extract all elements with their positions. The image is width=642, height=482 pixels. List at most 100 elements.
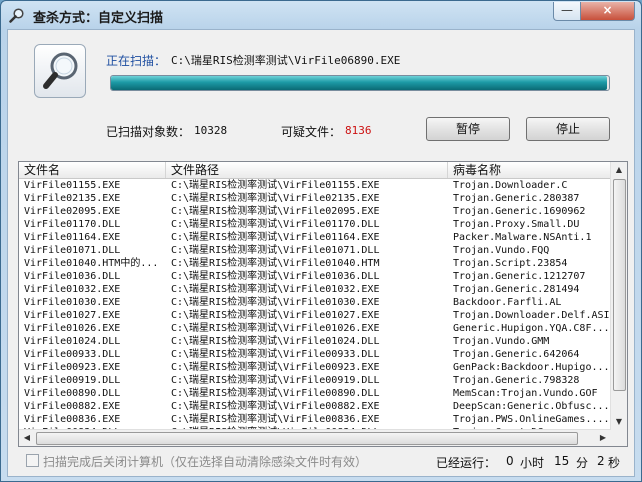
table-row[interactable]: VirFile02135.EXE C:\瑞星RIS检测率测试\VirFile021… (19, 192, 611, 205)
scanning-label: 正在扫描： (106, 54, 167, 68)
virus-name-cell: Trojan.Generic.798328 (453, 375, 580, 386)
client-area: 正在扫描： C:\瑞星RIS检测率测试\VirFile06890.EXE 已扫描… (7, 29, 635, 477)
table-row[interactable]: VirFile00882.EXE C:\瑞星RIS检测率测试\VirFile008… (19, 400, 611, 413)
virus-name-cell: Packer.Malware.NSAnti.1 (453, 232, 592, 243)
table-row[interactable]: VirFile01026.EXE C:\瑞星RIS检测率测试\VirFile010… (19, 322, 611, 335)
file-path-cell: C:\瑞星RIS检测率测试\VirFile01024.DLL (171, 336, 380, 347)
file-path-cell: C:\瑞星RIS检测率测试\VirFile01032.EXE (171, 284, 380, 295)
table-row[interactable]: VirFile01030.EXE C:\瑞星RIS检测率测试\VirFile010… (19, 296, 611, 309)
table-row[interactable]: VirFile00919.DLL C:\瑞星RIS检测率测试\VirFile009… (19, 374, 611, 387)
threat-list-header: 文件名 文件路径 病毒名称 (19, 162, 611, 179)
virus-name-cell: GenPack:Backdoor.Hupigo... (453, 362, 609, 373)
virus-name-cell: Trojan.Generic.642064 (453, 349, 580, 360)
table-row[interactable]: VirFile01155.EXE C:\瑞星RIS检测率测试\VirFile011… (19, 179, 611, 192)
virus-name-cell: Trojan.Generic.280387 (453, 193, 580, 204)
file-path-cell: C:\瑞星RIS检测率测试\VirFile02135.EXE (171, 193, 380, 204)
table-row[interactable]: VirFile01036.DLL C:\瑞星RIS检测率测试\VirFile010… (19, 270, 611, 283)
scroll-left-icon[interactable]: ◀ (19, 430, 35, 446)
file-path-cell: C:\瑞星RIS检测率测试\VirFile00923.EXE (171, 362, 380, 373)
virus-name-cell: DeepScan:Generic.Obfusc... (453, 401, 609, 412)
file-name-cell: VirFile02095.EXE (24, 206, 121, 217)
file-path-cell: C:\瑞星RIS检测率测试\VirFile01170.DLL (171, 219, 380, 230)
file-path-cell: C:\瑞星RIS检测率测试\VirFile01036.DLL (171, 271, 380, 282)
threat-list[interactable]: 文件名 文件路径 病毒名称 VirFile01155.EXE C:\瑞星RIS检测… (18, 161, 628, 447)
runtime-minutes-unit: 分 (576, 456, 589, 470)
runtime-minutes: 15 (554, 454, 570, 468)
scan-progress-fill (111, 76, 607, 90)
table-row[interactable]: VirFile01040.HTM中的... C:\瑞星RIS检测率测试\VirFi… (19, 257, 611, 270)
table-row[interactable]: VirFile01024.DLL C:\瑞星RIS检测率测试\VirFile010… (19, 335, 611, 348)
virus-name-cell: Trojan.Script.23854 (453, 258, 568, 269)
scroll-up-icon[interactable]: ▲ (611, 162, 627, 178)
horizontal-scroll-thumb[interactable] (36, 432, 578, 445)
vertical-scroll-thumb[interactable] (613, 179, 626, 391)
scanned-count-value: 10328 (194, 124, 228, 137)
file-path-cell: C:\瑞星RIS检测率测试\VirFile01155.EXE (171, 180, 380, 191)
column-file-name[interactable]: 文件名 (19, 162, 166, 178)
file-path-cell: C:\瑞星RIS检测率测试\VirFile01030.EXE (171, 297, 380, 308)
scanning-path: C:\瑞星RIS检测率测试\VirFile06890.EXE (171, 54, 401, 67)
file-path-cell: C:\瑞星RIS检测率测试\VirFile01027.EXE (171, 310, 380, 321)
table-row[interactable]: VirFile00890.DLL C:\瑞星RIS检测率测试\VirFile008… (19, 387, 611, 400)
window-title: 查杀方式：自定义扫描 (33, 11, 164, 26)
virus-name-cell: Trojan.Vundo.FQQ (453, 245, 550, 256)
file-name-cell: VirFile00836.EXE (24, 414, 121, 425)
table-row[interactable]: VirFile00933.DLL C:\瑞星RIS检测率测试\VirFile009… (19, 348, 611, 361)
magnifier-icon (9, 8, 24, 23)
file-name-cell: VirFile01040.HTM中的... (24, 258, 159, 269)
column-file-path[interactable]: 文件路径 (166, 162, 448, 178)
scroll-right-icon[interactable]: ▶ (595, 430, 611, 446)
runtime-label: 已经运行： (436, 456, 497, 470)
file-path-cell: C:\瑞星RIS检测率测试\VirFile01040.HTM (171, 258, 380, 269)
table-row[interactable]: VirFile02095.EXE C:\瑞星RIS检测率测试\VirFile020… (19, 205, 611, 218)
virus-name-cell: Trojan.Generic.1212707 (453, 271, 586, 282)
virus-name-cell: Generic.Hupigon.YQA.C8F... (453, 323, 609, 334)
scan-window: 查杀方式：自定义扫描 — × 正在扫描： C:\瑞星RIS检测率测试\VirFi… (0, 0, 642, 482)
file-name-cell: VirFile00933.DLL (24, 349, 121, 360)
runtime-hours: 0 (506, 454, 514, 468)
file-name-cell: VirFile01026.EXE (24, 323, 121, 334)
scrollbar-corner (611, 430, 627, 446)
stop-button[interactable]: 停止 (526, 117, 610, 141)
pause-button[interactable]: 暂停 (426, 117, 510, 141)
file-name-cell: VirFile00890.DLL (24, 388, 121, 399)
file-path-cell: C:\瑞星RIS检测率测试\VirFile02095.EXE (171, 206, 380, 217)
file-name-cell: VirFile01032.EXE (24, 284, 121, 295)
horizontal-scrollbar[interactable]: ◀ ▶ (19, 429, 611, 446)
file-name-cell: VirFile00923.EXE (24, 362, 121, 373)
suspicious-count-value: 8136 (345, 124, 372, 137)
threat-list-rows: VirFile01155.EXE C:\瑞星RIS检测率测试\VirFile011… (19, 179, 611, 431)
runtime-seconds: 2 (597, 454, 605, 468)
file-name-cell: VirFile01164.EXE (24, 232, 121, 243)
table-row[interactable]: VirFile00923.EXE C:\瑞星RIS检测率测试\VirFile009… (19, 361, 611, 374)
scroll-down-icon[interactable]: ▼ (611, 414, 627, 430)
suspicious-count-label: 可疑文件： (281, 125, 342, 139)
table-row[interactable]: VirFile01071.DLL C:\瑞星RIS检测率测试\VirFile010… (19, 244, 611, 257)
virus-name-cell: Trojan.PWS.OnlineGames.... (453, 414, 609, 425)
virus-name-cell: Trojan.Generic.281494 (453, 284, 580, 295)
table-row[interactable]: VirFile01032.EXE C:\瑞星RIS检测率测试\VirFile010… (19, 283, 611, 296)
file-name-cell: VirFile00882.EXE (24, 401, 121, 412)
vertical-scrollbar[interactable]: ▲ ▼ (610, 162, 627, 430)
file-name-cell: VirFile01071.DLL (24, 245, 121, 256)
file-path-cell: C:\瑞星RIS检测率测试\VirFile00919.DLL (171, 375, 380, 386)
close-button[interactable]: × (580, 2, 635, 21)
virus-name-cell: Trojan.Generic.1690962 (453, 206, 586, 217)
minimize-button[interactable]: — (553, 2, 581, 21)
file-name-cell: VirFile01170.DLL (24, 219, 121, 230)
file-path-cell: C:\瑞星RIS检测率测试\VirFile01164.EXE (171, 232, 380, 243)
file-path-cell: C:\瑞星RIS检测率测试\VirFile00882.EXE (171, 401, 380, 412)
table-row[interactable]: VirFile01027.EXE C:\瑞星RIS检测率测试\VirFile010… (19, 309, 611, 322)
file-name-cell: VirFile01155.EXE (24, 180, 121, 191)
virus-name-cell: Backdoor.Farfli.AL (453, 297, 562, 308)
table-row[interactable]: VirFile01170.DLL C:\瑞星RIS检测率测试\VirFile011… (19, 218, 611, 231)
table-row[interactable]: VirFile01164.EXE C:\瑞星RIS检测率测试\VirFile011… (19, 231, 611, 244)
column-virus-name[interactable]: 病毒名称 (448, 162, 611, 178)
title-bar[interactable]: 查杀方式：自定义扫描 — × (1, 1, 641, 29)
file-name-cell: VirFile01030.EXE (24, 297, 121, 308)
table-row[interactable]: VirFile00836.EXE C:\瑞星RIS检测率测试\VirFile008… (19, 413, 611, 426)
virus-name-cell: Trojan.Downloader.C (453, 180, 568, 191)
scanned-count-label: 已扫描对象数： (106, 125, 191, 139)
shutdown-option-label: 扫描完成后关闭计算机（仅在选择自动清除感染文件时有效） (43, 455, 368, 469)
shutdown-checkbox[interactable] (26, 454, 39, 467)
